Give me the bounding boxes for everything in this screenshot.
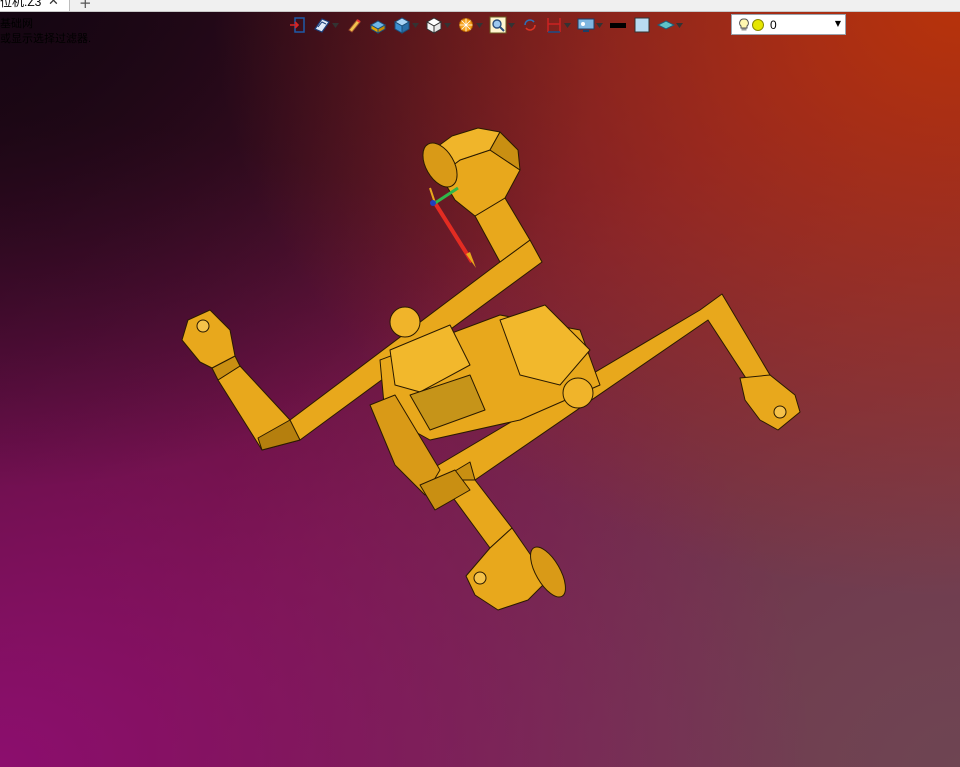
box-button[interactable] <box>391 15 421 35</box>
display-icon <box>577 18 595 32</box>
pencil-button[interactable] <box>343 15 365 35</box>
solid-box-icon <box>369 20 387 34</box>
layer-value: 0 <box>770 17 777 32</box>
refresh-button[interactable] <box>519 15 541 35</box>
new-tab-icon[interactable]: + <box>79 0 92 12</box>
document-tab-title: 位机.Z3 <box>0 0 42 9</box>
chevron-down-icon[interactable]: ▼ <box>835 19 841 28</box>
plane-button[interactable] <box>655 15 685 35</box>
render-mode-button[interactable] <box>311 15 341 35</box>
section-icon <box>547 18 561 33</box>
3d-viewport[interactable]: 位机.Z3 ✕ + 基础网 或显示选择过滤器. 0 ▼ <box>0 0 960 767</box>
plane-icon <box>657 20 675 30</box>
prompt-line-1: 基础网 <box>0 18 33 30</box>
prompt-text: 基础网 或显示选择过滤器. <box>0 17 91 47</box>
line-color-button[interactable] <box>607 15 629 35</box>
prompt-line-2: 或显示选择过滤器. <box>0 33 92 45</box>
close-icon[interactable]: ✕ <box>48 0 59 8</box>
light-blue-square-icon <box>634 17 650 33</box>
display-button[interactable] <box>575 15 605 35</box>
section-button[interactable] <box>543 15 573 35</box>
exit-button[interactable] <box>287 15 309 35</box>
document-tab[interactable]: 位机.Z3 ✕ <box>0 0 70 11</box>
lightbulb-icon <box>739 18 764 31</box>
layer-select[interactable]: 0 ▼ <box>731 14 846 35</box>
box-icon <box>393 17 411 34</box>
black-rect-icon <box>610 23 626 28</box>
document-tab-bar: 位机.Z3 ✕ + <box>0 0 960 12</box>
wire-cube-button[interactable] <box>423 15 453 35</box>
view-toolbar <box>287 14 685 36</box>
zoom-icon <box>489 16 507 34</box>
sun-icon <box>459 18 473 32</box>
zoom-button[interactable] <box>487 15 517 35</box>
face-color-button[interactable] <box>631 15 653 35</box>
wire-cube-icon <box>425 17 443 34</box>
sun-button[interactable] <box>455 15 485 35</box>
robot-model[interactable] <box>0 0 960 767</box>
solid-box-button[interactable] <box>367 15 389 35</box>
render-mode-icon <box>314 18 330 33</box>
refresh-icon <box>524 19 536 31</box>
exit-icon <box>290 17 305 33</box>
pencil-icon <box>348 19 361 33</box>
